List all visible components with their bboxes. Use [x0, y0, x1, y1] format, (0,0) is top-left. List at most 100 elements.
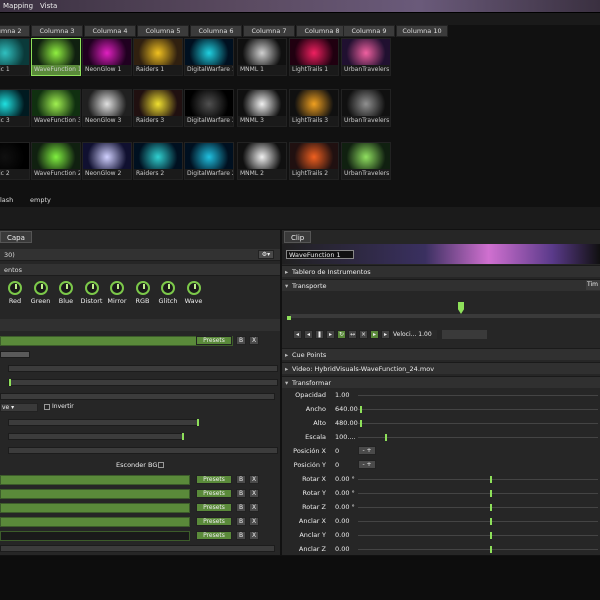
effect-row[interactable] — [0, 475, 190, 485]
speed-control[interactable]: Veloci... 1.00 — [392, 330, 437, 339]
pause-button[interactable]: ❚ — [315, 330, 324, 339]
clip-cell[interactable]: WaveFunction 1 — [31, 38, 81, 76]
clip-cell[interactable]: Raiders 3 — [133, 89, 183, 127]
clip-cell[interactable]: UrbanTravelers 2 — [341, 142, 391, 180]
hide-bg-checkbox[interactable] — [158, 462, 164, 468]
tab-clip[interactable]: Clip — [284, 231, 312, 243]
param-slider[interactable] — [358, 507, 598, 508]
clip-cell[interactable]: UrbanTravelers 1 — [341, 38, 391, 76]
x-button[interactable]: X — [249, 475, 259, 484]
param-slider[interactable] — [358, 395, 598, 396]
b-button[interactable]: B — [236, 517, 246, 526]
bounce-button[interactable]: ↔ — [348, 330, 357, 339]
presets-button[interactable]: Presets — [196, 531, 232, 540]
param-slider-handle[interactable] — [490, 504, 492, 511]
section-transport[interactable]: Transporte — [282, 279, 600, 292]
param-bar-6[interactable] — [8, 433, 184, 440]
play-button[interactable]: ▸ — [326, 330, 335, 339]
param-bar-4[interactable] — [0, 393, 275, 400]
blend-mode-select[interactable]: ve ▾ — [0, 403, 38, 412]
param-stepper[interactable]: - + — [358, 446, 376, 455]
stop-at-end-button[interactable]: ▸ — [370, 330, 379, 339]
param-value[interactable]: 0.00 — [335, 517, 349, 525]
presets-button-1[interactable]: Presets — [196, 336, 232, 345]
clip-cell[interactable]: NeonGlow 1 — [82, 38, 132, 76]
param-slider-handle[interactable] — [490, 476, 492, 483]
clip-cell[interactable]: NeonGlow 3 — [82, 89, 132, 127]
param-slider-handle[interactable] — [490, 532, 492, 539]
b-button[interactable]: B — [236, 475, 246, 484]
step-button[interactable]: ▸ — [381, 330, 390, 339]
presets-button[interactable]: Presets — [196, 489, 232, 498]
x-button[interactable]: X — [249, 503, 259, 512]
clip-cell[interactable]: LightTrails 3 — [289, 89, 339, 127]
param-bar-5[interactable] — [8, 419, 199, 426]
param-value[interactable]: 480.00 — [335, 419, 358, 427]
param-slider-handle[interactable] — [490, 546, 492, 553]
effect-row[interactable] — [0, 531, 190, 541]
clip-cell[interactable]: sFabric 1 — [0, 38, 30, 76]
clip-cell[interactable]: UrbanTravelers 3 — [341, 89, 391, 127]
param-value[interactable]: 0.00 — [335, 531, 349, 539]
param-bar-3[interactable] — [8, 379, 278, 386]
effect-knob[interactable] — [110, 281, 124, 295]
tab-capa[interactable]: Capa — [0, 231, 32, 243]
clip-cell[interactable]: LightTrails 2 — [289, 142, 339, 180]
x-button[interactable]: X — [249, 531, 259, 540]
clip-cell[interactable]: DigitalWarfare 2 — [184, 142, 234, 180]
clip-cell[interactable]: Raiders 1 — [133, 38, 183, 76]
transport-time-button[interactable]: Tim — [586, 280, 600, 290]
param-value[interactable]: 0.00 — [335, 545, 349, 553]
effect-knob[interactable] — [33, 281, 48, 295]
param-bar-7[interactable] — [8, 447, 278, 454]
section-transform[interactable]: Transformar — [282, 376, 600, 389]
clip-cell[interactable]: sFabric 2 — [0, 142, 30, 180]
param-value[interactable]: 0 — [335, 461, 339, 469]
clip-name-field[interactable]: WaveFunction 1 — [286, 250, 354, 259]
clip-cell[interactable]: DigitalWarfare 1 — [184, 38, 234, 76]
clip-label-flash[interactable]: lash — [0, 196, 30, 206]
param-value[interactable]: 100.... — [335, 433, 356, 441]
x-button[interactable]: X — [249, 489, 259, 498]
param-value[interactable]: 640.00 — [335, 405, 358, 413]
column-header[interactable]: Columna 8 — [296, 25, 348, 37]
param-slider-handle[interactable] — [360, 420, 362, 427]
param-slider[interactable] — [358, 479, 598, 480]
layer-menu-button[interactable]: ⚙▾ — [258, 250, 274, 259]
x-button-1[interactable]: X — [249, 336, 259, 345]
clip-cell[interactable]: MNML 1 — [237, 38, 287, 76]
param-value[interactable]: 1.00 — [335, 391, 349, 399]
param-bar-8[interactable] — [0, 545, 275, 552]
param-slider-handle[interactable] — [490, 518, 492, 525]
b-button[interactable]: B — [236, 531, 246, 540]
clip-cell[interactable]: sFabric 3 — [0, 89, 30, 127]
b-button[interactable]: B — [236, 489, 246, 498]
play-reverse-button[interactable]: ◂ — [304, 330, 313, 339]
menu-vista[interactable]: Vista — [40, 2, 57, 10]
param-slider[interactable] — [358, 535, 598, 536]
menu-mapping[interactable]: Mapping — [3, 2, 33, 10]
clip-cell[interactable]: DigitalWarfare 3 — [184, 89, 234, 127]
clip-cell[interactable]: WaveFunction 2 — [31, 142, 81, 180]
param-slider[interactable] — [358, 437, 598, 438]
section-dashboard[interactable]: Tablero de Instrumentos — [282, 265, 600, 278]
clip-cell[interactable]: WaveFunction 3 — [31, 89, 81, 127]
column-header[interactable]: Columna 9 — [343, 25, 395, 37]
section-cue-points[interactable]: Cue Points — [282, 348, 600, 361]
column-header[interactable]: Columna 3 — [31, 25, 83, 37]
effect-knob[interactable] — [59, 281, 73, 295]
section-video[interactable]: Video: HybridVisuals-WaveFunction_24.mov — [282, 362, 600, 375]
param-slider-handle[interactable] — [490, 490, 492, 497]
param-bar-1[interactable] — [0, 351, 30, 358]
param-bar-2[interactable] — [8, 365, 278, 372]
speed-slider[interactable] — [442, 330, 487, 339]
loop-button[interactable]: ↻ — [337, 330, 346, 339]
param-slider[interactable] — [358, 549, 598, 550]
column-header[interactable]: Columna 10 — [396, 25, 448, 37]
param-value[interactable]: 0.00 ° — [335, 503, 355, 511]
column-header[interactable]: Columna 5 — [137, 25, 189, 37]
clip-cell[interactable]: MNML 3 — [237, 89, 287, 127]
invert-checkbox[interactable] — [44, 404, 50, 410]
x-button[interactable]: X — [249, 517, 259, 526]
clip-cell[interactable]: LightTrails 1 — [289, 38, 339, 76]
